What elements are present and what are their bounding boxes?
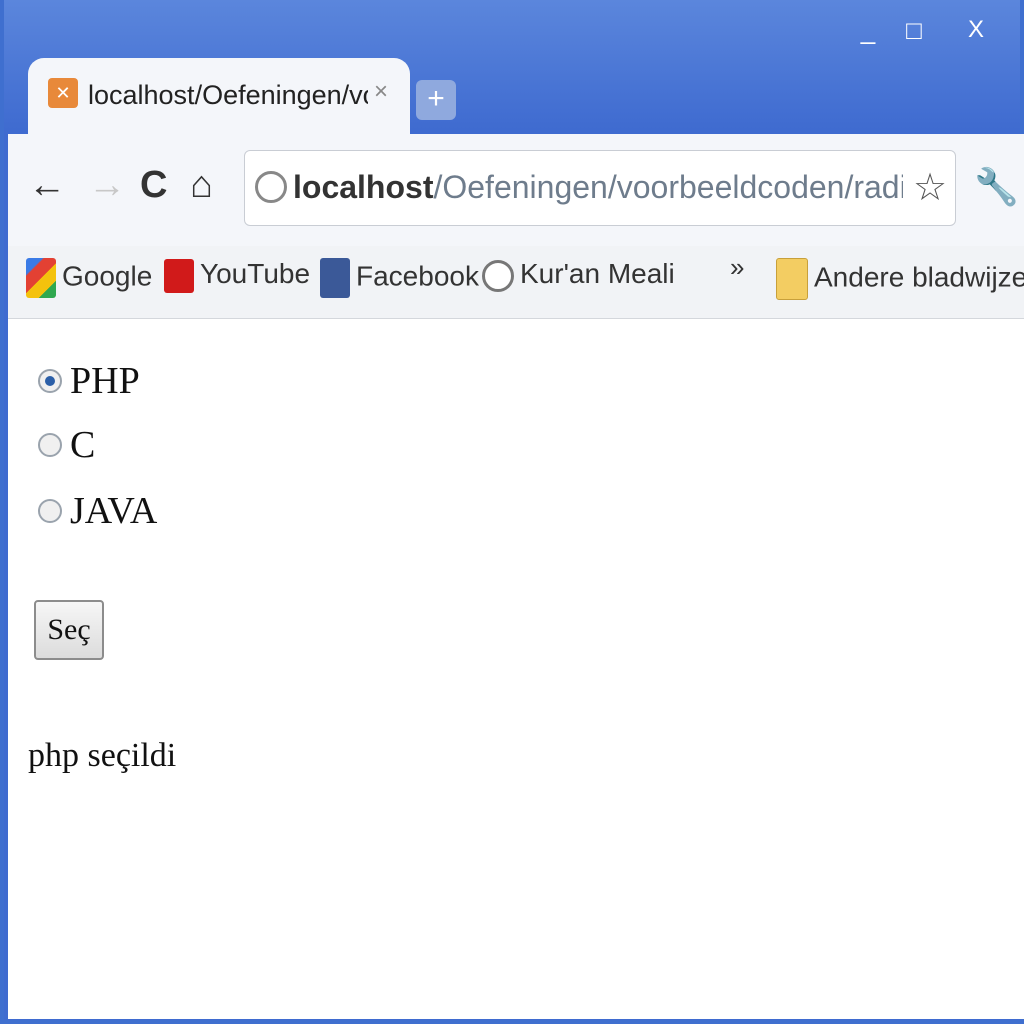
navigation-toolbar: ← → C ⌂ localhost/Oefeningen/voorbeeldco…	[8, 134, 1024, 246]
back-button[interactable]: ←	[28, 164, 66, 207]
globe-icon	[255, 171, 287, 203]
close-window-button[interactable]: X	[954, 10, 998, 50]
bookmark-label: Google	[62, 260, 153, 292]
tab-close-icon[interactable]: ×	[374, 78, 388, 106]
reload-button[interactable]: C	[140, 164, 167, 207]
radio-option-java[interactable]: JAVA	[38, 489, 157, 533]
url-text[interactable]: localhost/Oefeningen/voorbeeldcoden/radi…	[293, 169, 903, 206]
folder-icon	[776, 258, 808, 300]
wrench-icon[interactable]: 🔧	[974, 166, 1019, 208]
address-bar[interactable]: localhost/Oefeningen/voorbeeldcoden/radi…	[244, 150, 956, 226]
bookmark-star-icon[interactable]: ☆	[913, 165, 947, 210]
radio-option-c[interactable]: C	[38, 423, 95, 467]
bookmark-kuran-meali[interactable]: Kur'an Meali	[482, 258, 675, 292]
bookmark-label: Kur'an Meali	[520, 258, 675, 289]
bookmark-youtube[interactable]: YouTube	[164, 258, 310, 293]
maximize-button[interactable]: □	[892, 10, 936, 50]
minimize-button[interactable]: _	[846, 10, 890, 50]
bookmark-label: Andere bladwijzers	[814, 261, 1024, 293]
radio-label: PHP	[70, 360, 140, 402]
bookmarks-overflow-icon[interactable]: »	[730, 252, 744, 283]
facebook-icon	[320, 258, 350, 298]
url-host: localhost	[293, 169, 434, 205]
youtube-icon	[164, 258, 194, 293]
browser-window: _ □ X ✕ localhost/Oefeningen/voor × + ← …	[0, 0, 1024, 1024]
tab-title: localhost/Oefeningen/voor	[88, 80, 368, 110]
radio-button-java[interactable]	[38, 499, 62, 523]
submit-button[interactable]: Seç	[34, 600, 104, 660]
radio-option-php[interactable]: PHP	[38, 359, 140, 403]
radio-label: C	[70, 424, 96, 466]
new-tab-button[interactable]: +	[416, 80, 456, 120]
globe-icon	[482, 259, 514, 292]
radio-button-php[interactable]	[38, 369, 62, 393]
radio-label: JAVA	[70, 490, 158, 532]
bookmark-google[interactable]: Google	[26, 258, 152, 298]
xampp-favicon-icon: ✕	[48, 78, 78, 108]
bookmark-label: YouTube	[200, 258, 311, 289]
result-text: php seçildi	[28, 737, 177, 774]
browser-tab[interactable]: ✕ localhost/Oefeningen/voor ×	[28, 58, 410, 134]
url-path: /Oefeningen/voorbeeldcoden/radioBut	[433, 169, 903, 205]
google-icon	[26, 258, 56, 298]
forward-button[interactable]: →	[88, 164, 126, 207]
page-content: PHP C JAVA Seç php seçildi	[8, 319, 1024, 1019]
radio-button-c[interactable]	[38, 433, 62, 457]
other-bookmarks-folder[interactable]: Andere bladwijzers	[776, 258, 1024, 300]
title-bar: _ □ X	[4, 0, 1024, 60]
home-button[interactable]: ⌂	[190, 164, 213, 207]
bookmark-label: Facebook	[356, 260, 479, 292]
bookmark-facebook[interactable]: Facebook	[320, 258, 479, 298]
bookmarks-bar: Google YouTube Facebook Kur'an Meali » A…	[8, 246, 1024, 319]
